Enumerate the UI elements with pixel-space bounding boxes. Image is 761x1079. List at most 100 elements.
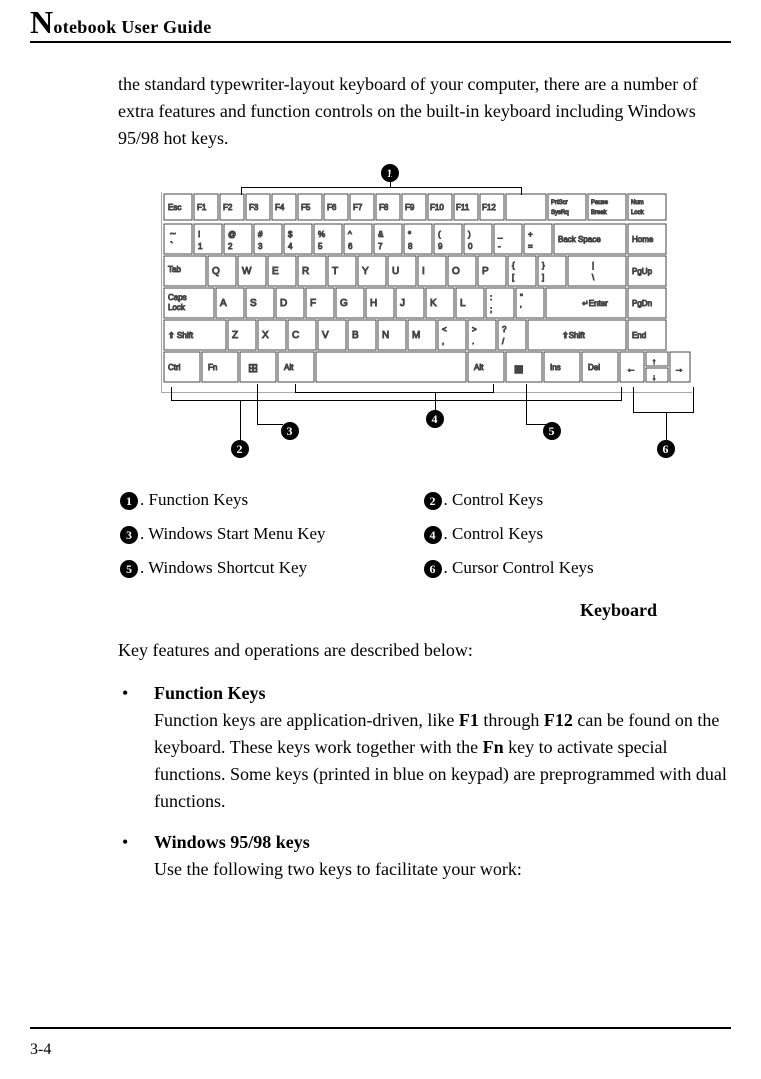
svg-text:}: }: [542, 261, 545, 270]
svg-text:N: N: [382, 330, 389, 341]
svg-text:M: M: [412, 330, 420, 341]
svg-text:X: X: [262, 330, 269, 341]
svg-text:]: ]: [542, 273, 544, 282]
svg-text:6: 6: [348, 242, 353, 251]
svg-text:Ctrl: Ctrl: [168, 363, 181, 372]
svg-text:+: +: [528, 230, 533, 239]
svg-text::: :: [490, 293, 492, 302]
legend-table: 1. Function Keys 2. Control Keys 3. Wind…: [118, 482, 727, 586]
svg-text:5: 5: [318, 242, 323, 251]
svg-text:>: >: [472, 325, 477, 334]
svg-text:F7: F7: [353, 203, 363, 212]
svg-text:Y: Y: [362, 266, 369, 277]
svg-text:G: G: [340, 298, 348, 309]
svg-text:Del: Del: [588, 363, 600, 372]
svg-text:Lock: Lock: [168, 303, 186, 312]
callout-4: 4: [426, 410, 444, 428]
svg-text:←: ←: [626, 364, 636, 375]
page-header: Notebook User Guide: [30, 0, 731, 43]
svg-text:Z: Z: [232, 330, 238, 341]
svg-text:R: R: [302, 266, 309, 277]
svg-text:F8: F8: [379, 203, 389, 212]
svg-text:Caps: Caps: [168, 293, 187, 302]
svg-text:3: 3: [258, 242, 263, 251]
svg-text:{: {: [512, 261, 515, 270]
svg-text:K: K: [430, 298, 437, 309]
svg-text:F3: F3: [249, 203, 259, 212]
svg-text:I: I: [422, 266, 425, 277]
svg-text:F10: F10: [430, 203, 444, 212]
legend-text-3: . Windows Start Menu Key: [140, 524, 326, 543]
legend-num-1: 1: [120, 492, 138, 510]
svg-text:.: .: [472, 337, 474, 346]
list-item: Function Keys Function keys are applicat…: [118, 680, 727, 815]
svg-text:F2: F2: [223, 203, 233, 212]
svg-text:4: 4: [288, 242, 293, 251]
svg-text:$: $: [288, 230, 293, 239]
svg-text:): ): [468, 230, 471, 239]
header-title-rest: otebook User Guide: [53, 17, 211, 37]
svg-text:↓: ↓: [652, 373, 656, 382]
svg-text:Break: Break: [591, 210, 608, 216]
svg-text:&: &: [378, 230, 384, 239]
svg-text:F5: F5: [301, 203, 311, 212]
svg-text:H: H: [370, 298, 377, 309]
callout-2: 2: [231, 440, 249, 458]
svg-text:V: V: [322, 330, 329, 341]
svg-text:U: U: [392, 266, 399, 277]
svg-text:Lock: Lock: [631, 210, 645, 216]
svg-text:!: !: [198, 230, 200, 239]
svg-text:F12: F12: [482, 203, 496, 212]
svg-text:9: 9: [438, 242, 443, 251]
svg-text:T: T: [332, 266, 338, 277]
svg-text:SysRq: SysRq: [551, 210, 569, 216]
svg-text:Pause: Pause: [591, 200, 609, 206]
svg-text:W: W: [242, 266, 252, 277]
header-title: Notebook User Guide: [30, 17, 212, 37]
item-text-2: Use the following two keys to facilitate…: [154, 859, 522, 879]
svg-text:L: L: [460, 298, 466, 309]
intro-paragraph: the standard typewriter-layout keyboard …: [118, 71, 727, 152]
item-text-1: Function keys are application-driven, li…: [154, 710, 727, 811]
svg-text:F9: F9: [405, 203, 415, 212]
legend-text-6: . Cursor Control Keys: [444, 558, 594, 577]
svg-text:⇧Shift: ⇧Shift: [562, 331, 585, 340]
svg-text:E: E: [272, 266, 279, 277]
svg-text:Alt: Alt: [284, 363, 294, 372]
svg-text:=: =: [528, 242, 533, 251]
svg-text:Q: Q: [212, 266, 220, 277]
legend-num-2: 2: [424, 492, 442, 510]
svg-text:*: *: [408, 230, 411, 239]
svg-text:Home: Home: [632, 235, 654, 244]
item-title-1: Function Keys: [154, 683, 266, 703]
svg-text:F4: F4: [275, 203, 285, 212]
svg-text:⇧ Shift: ⇧ Shift: [168, 331, 194, 340]
svg-text:↑: ↑: [652, 357, 656, 366]
svg-text:7: 7: [378, 242, 383, 251]
svg-text:End: End: [632, 331, 646, 340]
svg-text:8: 8: [408, 242, 413, 251]
legend-num-6: 6: [424, 560, 442, 578]
legend-num-4: 4: [424, 526, 442, 544]
svg-text:Fn: Fn: [208, 363, 217, 372]
svg-text:F11: F11: [456, 203, 470, 212]
svg-text:PgDn: PgDn: [632, 299, 652, 308]
legend-text-5: . Windows Shortcut Key: [140, 558, 307, 577]
svg-text:@: @: [228, 230, 236, 239]
svg-text:B: B: [352, 330, 359, 341]
svg-text:F6: F6: [327, 203, 337, 212]
svg-text:(: (: [438, 230, 441, 239]
svg-text:⊞: ⊞: [248, 361, 258, 375]
svg-text:_: _: [497, 230, 503, 239]
keyboard-figure: Esc F1 F2 F3 F4 F5 F6 F7 F8 F9 F10 F11 F…: [61, 162, 701, 462]
svg-text:1: 1: [198, 242, 203, 251]
callout-6: 6: [657, 440, 675, 458]
svg-text:^: ^: [348, 230, 352, 239]
svg-text:→: →: [674, 364, 684, 375]
svg-text:Alt: Alt: [474, 363, 484, 372]
svg-text:`: `: [170, 240, 173, 252]
svg-text:Esc: Esc: [168, 203, 181, 212]
legend-text-2: . Control Keys: [444, 490, 544, 509]
svg-text:P: P: [482, 266, 489, 277]
item-title-2: Windows 95/98 keys: [154, 832, 310, 852]
